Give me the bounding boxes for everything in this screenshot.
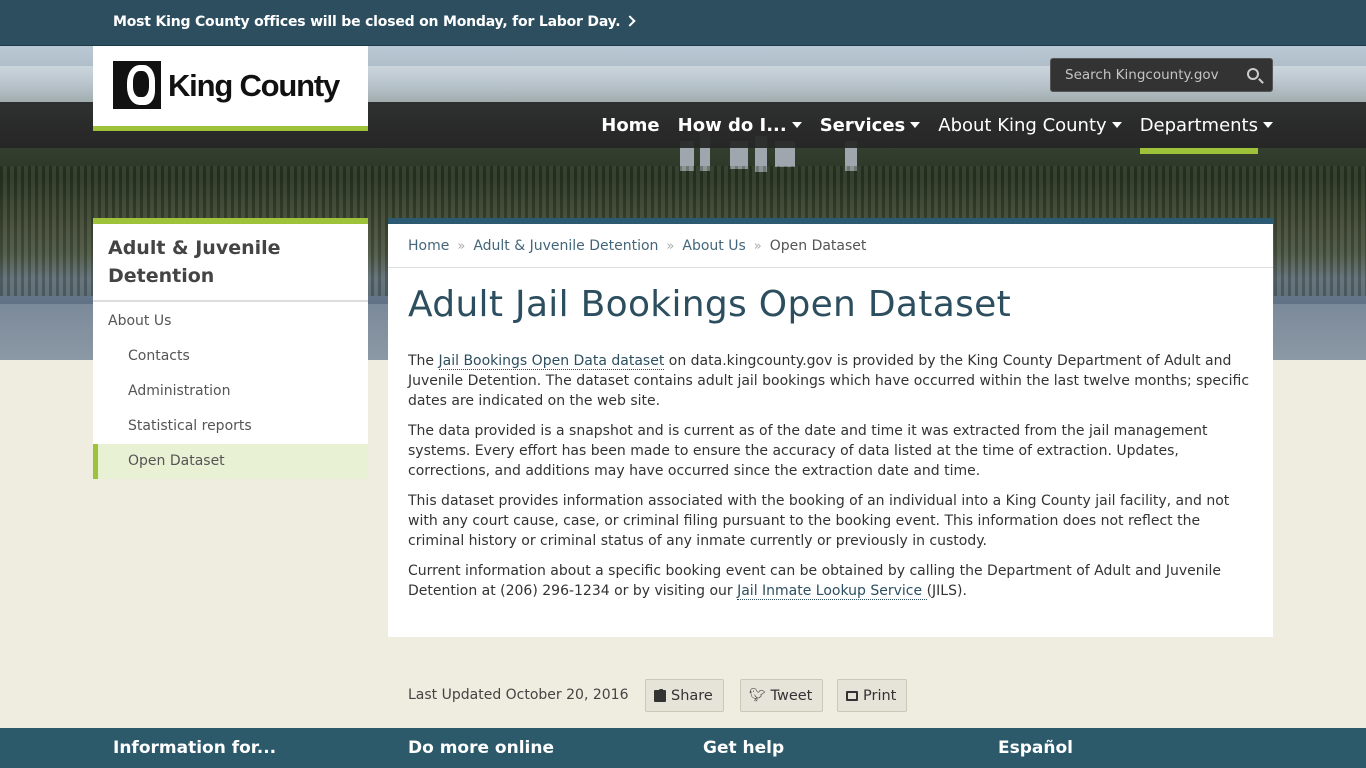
footer-get-help[interactable]: Get help — [703, 738, 784, 758]
breadcrumb-current: Open Dataset — [769, 238, 867, 254]
search-input[interactable] — [1065, 67, 1235, 83]
jail-bookings-dataset-link[interactable]: Jail Bookings Open Data dataset — [438, 353, 665, 370]
sidebar-item-open-dataset[interactable]: Open Dataset — [93, 444, 368, 479]
footer-information-for[interactable]: Information for... — [113, 738, 276, 758]
chevron-right-icon — [624, 15, 637, 27]
double-chevron-icon: » — [457, 239, 466, 254]
print-button[interactable]: Print — [837, 679, 908, 712]
caret-down-icon — [1263, 122, 1273, 128]
body-text: The Jail Bookings Open Data dataset on d… — [388, 325, 1273, 601]
caret-down-icon — [1111, 122, 1122, 128]
paragraph-2: The data provided is a snapshot and is c… — [408, 423, 1208, 479]
caret-down-icon — [791, 122, 802, 128]
nav-departments[interactable]: Departments — [1122, 102, 1273, 154]
sidebar-item-contacts[interactable]: Contacts — [93, 339, 368, 374]
sidebar-list: About Us Contacts Administration Statist… — [93, 302, 368, 479]
alert-text: Most King County offices will be closed … — [113, 14, 621, 30]
breadcrumb-detention[interactable]: Adult & Juvenile Detention — [473, 238, 658, 254]
sidebar-item-statistical-reports[interactable]: Statistical reports — [93, 409, 368, 444]
footer: Information for... Do more online Get he… — [0, 728, 1366, 768]
logo[interactable]: King County — [93, 46, 368, 131]
logo-text: King County — [168, 68, 340, 103]
alert-link[interactable]: Most King County offices will be closed … — [113, 14, 637, 30]
sidebar-item-administration[interactable]: Administration — [93, 374, 368, 409]
jail-inmate-lookup-link[interactable]: Jail Inmate Lookup Service — [737, 583, 927, 600]
nav-home[interactable]: Home — [583, 102, 659, 148]
footer-do-more-online[interactable]: Do more online — [408, 738, 554, 758]
footer-espanol[interactable]: Español — [998, 738, 1073, 758]
breadcrumb-home[interactable]: Home — [408, 238, 449, 254]
twitter-icon: 🐦︎ — [749, 688, 766, 703]
nav-how-do-i[interactable]: How do I... — [660, 102, 802, 148]
share-button[interactable]: f Share — [645, 679, 724, 712]
king-county-logo-icon — [113, 61, 161, 109]
double-chevron-icon: » — [753, 239, 762, 254]
last-updated: Last Updated October 20, 2016 — [408, 687, 629, 703]
paragraph-4: Current information about a specific boo… — [408, 563, 1222, 600]
search-box — [1050, 58, 1273, 92]
main-nav: Home How do I... Services About King Cou… — [583, 102, 1273, 154]
main-content: Home » Adult & Juvenile Detention » About Us… — [388, 218, 1273, 637]
search-icon[interactable] — [1247, 68, 1259, 80]
sidebar: Adult & Juvenile Detention About Us Cont… — [93, 218, 368, 479]
alert-bar: Most King County offices will be closed … — [0, 0, 1366, 46]
caret-down-icon — [910, 122, 921, 128]
sidebar-title: Adult & Juvenile Detention — [93, 224, 368, 302]
facebook-icon: f — [654, 689, 666, 702]
tweet-button[interactable]: 🐦︎ Tweet — [740, 679, 824, 712]
double-chevron-icon: » — [666, 239, 675, 254]
print-icon — [846, 690, 858, 701]
nav-services[interactable]: Services — [802, 102, 921, 148]
breadcrumb: Home » Adult & Juvenile Detention » About Us… — [388, 224, 1273, 268]
paragraph-1: The Jail Bookings Open Data dataset on d… — [408, 353, 1250, 409]
breadcrumb-about-us[interactable]: About Us — [682, 238, 745, 254]
paragraph-3: This dataset provides information associ… — [408, 493, 1230, 549]
nav-about[interactable]: About King County — [920, 102, 1122, 148]
page-title: Adult Jail Bookings Open Dataset — [408, 284, 1011, 325]
sidebar-item-about-us[interactable]: About Us — [93, 304, 368, 339]
